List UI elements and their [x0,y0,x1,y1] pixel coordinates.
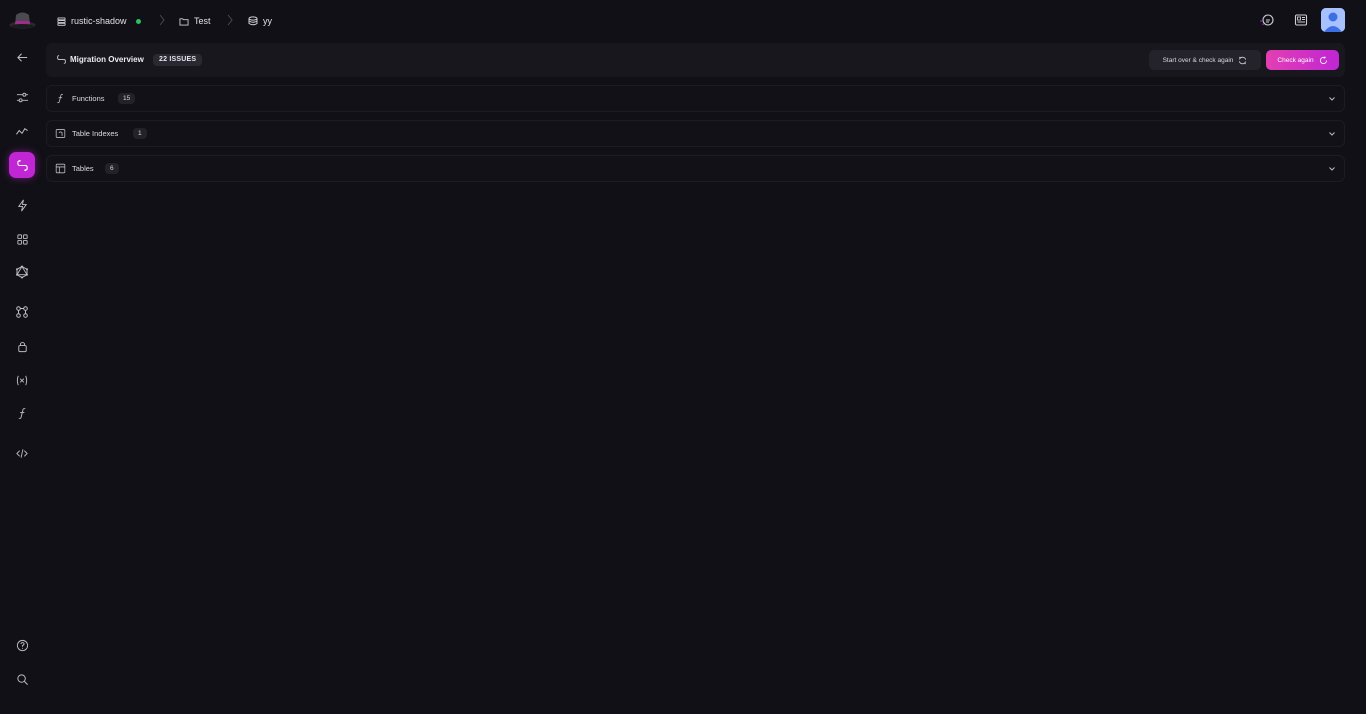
chevron-down-icon [1329,132,1335,136]
sidebar-item-events[interactable] [9,192,35,218]
sidebar-item-search[interactable] [9,666,35,692]
chevron-down-icon [1329,97,1335,101]
start-over-label: Start over & check again [1162,56,1234,64]
user-icon [1321,8,1345,32]
migration-overview-bar: Migration Overview 22 ISSUES Start over … [46,43,1345,77]
sidebar-item-security[interactable] [9,333,35,359]
table-icon [55,163,66,174]
section-label: Tables [72,164,94,173]
sidebar-item-embed[interactable] [9,440,35,466]
index-icon [55,129,66,138]
code-icon [16,448,28,458]
section-count-badge: 15 [118,93,136,104]
function-icon [18,407,25,419]
sidebar-item-apps[interactable] [9,226,35,252]
chevron-right-icon [159,14,165,26]
status-indicator [135,18,141,24]
ai-assistant-icon[interactable] [1259,12,1275,28]
section-label: Functions [72,94,105,103]
lock-icon [17,341,27,352]
section-table-indexes[interactable]: Table Indexes 1 [46,120,1345,147]
search-icon [16,673,28,685]
sidebar-item-graphql[interactable] [9,259,35,285]
function-icon [57,93,64,104]
sidebar-item-settings[interactable] [9,84,35,110]
hat-logo-icon [9,12,36,29]
help-circle-icon [16,639,28,651]
breadcrumb-folder[interactable]: Test [179,13,211,29]
chevron-right-icon [227,14,233,26]
app-root: rustic-shadow Test yy Migration Overview… [0,0,1366,714]
section-count-badge: 1 [133,128,147,139]
user-avatar[interactable] [1321,8,1345,32]
check-again-label: Check again [1277,56,1314,64]
sidebar-item-functions[interactable] [9,400,35,426]
sidebar-item-schema[interactable] [9,299,35,325]
app-logo[interactable] [9,9,36,31]
sidebar-item-metrics[interactable] [9,118,35,144]
grid-icon [16,233,28,245]
chevron-down-icon [1329,167,1335,171]
section-count-badge: 6 [105,163,119,174]
page-title: Migration Overview [70,55,144,64]
schema-icon [16,306,28,318]
breadcrumb-database[interactable]: yy [248,13,272,29]
activity-chart-icon [16,127,28,135]
sidebar-item-migration[interactable] [9,152,35,178]
lightning-icon [17,199,27,211]
section-label: Table Indexes [72,129,119,138]
project-name: rustic-shadow [71,16,127,26]
sidebar [0,40,44,714]
section-tables[interactable]: Tables 6 [46,155,1345,182]
folder-name: Test [194,16,211,26]
refresh-icon [1239,56,1247,64]
variable-icon [16,375,28,385]
sidebar-item-variables[interactable] [9,367,35,393]
check-again-button[interactable]: Check again [1266,50,1339,70]
start-over-button[interactable]: Start over & check again [1149,50,1261,70]
database-icon [248,16,258,26]
top-bar: rustic-shadow Test yy [0,0,1366,40]
server-icon [57,16,66,26]
migration-icon [57,55,66,64]
database-name: yy [263,16,272,26]
graphql-icon [16,265,28,279]
breadcrumb-project[interactable]: rustic-shadow [57,13,141,29]
sliders-icon [16,92,28,102]
arrow-left-icon [16,52,27,62]
sidebar-item-back[interactable] [9,44,35,70]
issues-count-badge: 22 ISSUES [153,54,203,66]
newspaper-icon[interactable] [1293,12,1309,28]
folder-icon [179,17,189,26]
sidebar-item-help[interactable] [9,632,35,658]
migration-icon [16,159,28,171]
rotate-icon [1319,55,1327,64]
section-functions[interactable]: Functions 15 [46,85,1345,112]
